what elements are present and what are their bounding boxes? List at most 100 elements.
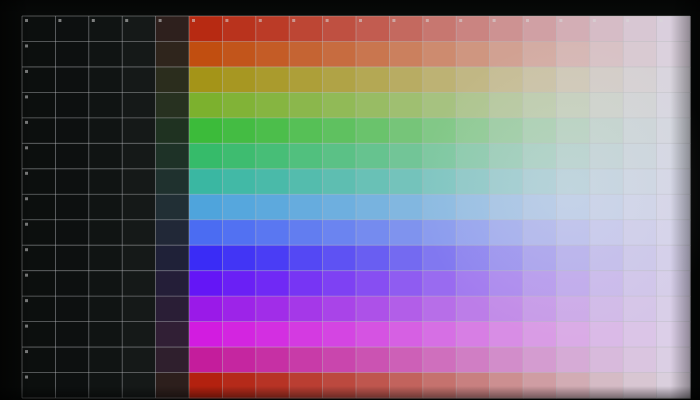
row-index-mark [25, 248, 28, 252]
grid-cell-r4-c13 [422, 92, 457, 119]
grid-cell-r12-c19 [623, 296, 658, 323]
grid-cell-r9-c6 [189, 219, 223, 246]
grid-cell-r10-c5 [155, 245, 190, 272]
grid-cell-r3-c9 [289, 66, 324, 93]
grid-cell-r14-c16 [523, 347, 557, 374]
grid-cell-r14-c4 [122, 347, 157, 374]
grid-cell-r9-c5 [155, 219, 190, 246]
grid-cell-r8-c12 [389, 194, 424, 221]
grid-cell-r4-c2 [55, 92, 90, 119]
grid-cell-r4-c12 [389, 92, 424, 119]
grid-cell-r9-c20 [656, 219, 691, 246]
grid-cell-r8-c13 [422, 194, 457, 221]
grid-cell-r13-c7 [222, 321, 257, 348]
grid-cell-r12-c12 [389, 296, 424, 323]
grid-cell-r4-c4 [122, 92, 157, 119]
grid-cell-r11-c14 [456, 270, 491, 297]
grid-cell-r11-c10 [322, 270, 357, 297]
grid-cell-r4-c10 [322, 92, 357, 119]
grid-cell-r10-c17 [556, 245, 591, 272]
grid-cell-r5-c16 [523, 117, 557, 144]
grid-cell-r15-c4 [122, 372, 157, 399]
grid-cell-r13-c11 [356, 321, 390, 348]
grid-cell-r11-c18 [589, 270, 624, 297]
grid-cell-r3-c2 [55, 66, 90, 93]
column-index-mark [626, 19, 630, 22]
grid-cell-r4-c18 [589, 92, 624, 119]
column-index-mark [492, 19, 496, 22]
grid-cell-r10-c8 [255, 245, 290, 272]
grid-cell-r11-c12 [389, 270, 424, 297]
row-index-mark [25, 95, 28, 99]
grid-cell-r14-c13 [422, 347, 457, 374]
grid-cell-r6-c14 [456, 143, 491, 170]
grid-cell-r10-c15 [489, 245, 524, 272]
grid-cell-r15-c11 [356, 372, 390, 399]
grid-cell-r15-c3 [88, 372, 123, 399]
grid-cell-r11-c7 [222, 270, 257, 297]
grid-cell-r12-c8 [255, 296, 290, 323]
column-index-mark [58, 19, 62, 22]
grid-cell-r9-c4 [122, 219, 157, 246]
grid-cell-r14-c12 [389, 347, 424, 374]
grid-cell-r7-c6 [189, 168, 223, 195]
row-index-mark [25, 44, 28, 48]
grid-cell-r7-c18 [589, 168, 624, 195]
grid-cell-r2-c2 [55, 41, 90, 68]
grid-cell-r10-c2 [55, 245, 90, 272]
grid-cell-r7-c13 [422, 168, 457, 195]
grid-cell-r3-c16 [523, 66, 557, 93]
column-index-mark [25, 19, 28, 22]
grid-cell-r12-c20 [656, 296, 691, 323]
grid-cell-r2-c3 [88, 41, 123, 68]
grid-cell-r8-c9 [289, 194, 324, 221]
row-index-mark [25, 222, 28, 226]
row-index-mark [25, 146, 28, 150]
grid-cell-r4-c17 [556, 92, 591, 119]
grid-cell-r10-c11 [356, 245, 390, 272]
grid-cell-r10-c7 [222, 245, 257, 272]
column-index-mark [392, 19, 396, 22]
grid-cell-r13-c8 [255, 321, 290, 348]
grid-cell-r15-c10 [322, 372, 357, 399]
grid-cell-r14-c8 [255, 347, 290, 374]
grid-cell-r2-c18 [589, 41, 624, 68]
grid-cell-r6-c19 [623, 143, 658, 170]
grid-cell-r8-c3 [88, 194, 123, 221]
column-index-mark [225, 19, 229, 22]
grid-cell-r9-c12 [389, 219, 424, 246]
grid-cell-r10-c20 [656, 245, 691, 272]
grid-cell-r15-c14 [456, 372, 491, 399]
grid-cell-r10-c12 [389, 245, 424, 272]
grid-cell-r3-c18 [589, 66, 624, 93]
grid-cell-r10-c18 [589, 245, 624, 272]
grid-cell-r7-c16 [523, 168, 557, 195]
grid-cell-r6-c15 [489, 143, 524, 170]
grid-cell-r15-c16 [523, 372, 557, 399]
column-index-mark [526, 19, 529, 22]
grid-cell-r11-c17 [556, 270, 591, 297]
grid-cell-r15-c13 [422, 372, 457, 399]
grid-cell-r4-c11 [356, 92, 390, 119]
grid-cell-r11-c6 [189, 270, 223, 297]
grid-cell-r8-c8 [255, 194, 290, 221]
grid-cell-r13-c6 [189, 321, 223, 348]
grid-cell-r15-c7 [222, 372, 257, 399]
grid-cell-r12-c9 [289, 296, 324, 323]
grid-cell-r8-c15 [489, 194, 524, 221]
grid-cell-r7-c2 [55, 168, 90, 195]
grid-cell-r6-c4 [122, 143, 157, 170]
grid-cell-r4-c14 [456, 92, 491, 119]
grid-cell-r2-c13 [422, 41, 457, 68]
grid-cell-r8-c5 [155, 194, 190, 221]
grid-cell-r3-c12 [389, 66, 424, 93]
grid-lines [21, 15, 691, 399]
grid-cell-r8-c20 [656, 194, 691, 221]
grid-cell-r12-c14 [456, 296, 491, 323]
grid-cell-r7-c11 [356, 168, 390, 195]
grid-cell-r8-c10 [322, 194, 357, 221]
grid-cell-r12-c7 [222, 296, 257, 323]
grid-cell-r8-c14 [456, 194, 491, 221]
grid-cell-r12-c11 [356, 296, 390, 323]
grid-cell-r8-c7 [222, 194, 257, 221]
